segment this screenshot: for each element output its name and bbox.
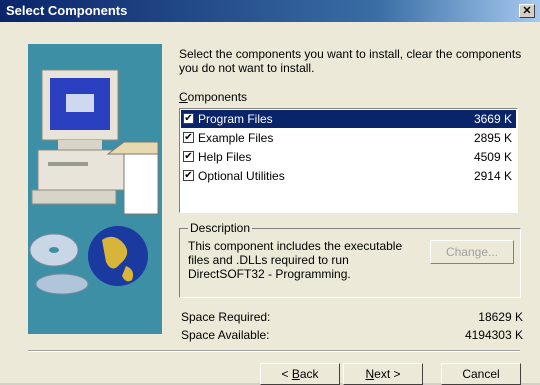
separator [28, 350, 520, 352]
close-button[interactable]: ✕ [519, 4, 535, 18]
change-button[interactable]: Change... [430, 240, 514, 264]
intro-text: Select the components you want to instal… [179, 47, 522, 75]
title-bar: Select Components ✕ [0, 0, 540, 22]
component-label: Program Files [198, 112, 273, 126]
checkbox[interactable]: ✔ [183, 113, 194, 124]
component-row-example-files[interactable]: ✔ Example Files 2895 K [181, 129, 516, 147]
component-label: Optional Utilities [198, 169, 285, 183]
components-list[interactable]: ✔ Program Files 3669 K ✔ Example Files 2… [179, 108, 518, 213]
space-available-label: Space Available: [181, 328, 270, 342]
component-row-help-files[interactable]: ✔ Help Files 4509 K [181, 148, 516, 166]
globe-icon [88, 226, 148, 286]
checkbox[interactable]: ✔ [183, 170, 194, 181]
component-label: Help Files [198, 150, 252, 164]
component-row-program-files[interactable]: ✔ Program Files 3669 K [181, 110, 516, 128]
dialog-title: Select Components [6, 3, 128, 18]
description-text: This component includes the executable f… [188, 239, 403, 281]
components-label: Components [179, 90, 248, 104]
component-size: 2914 K [473, 169, 512, 183]
cd-icon [29, 233, 89, 295]
component-size: 2895 K [473, 131, 512, 145]
description-group: Description This component includes the … [179, 221, 521, 298]
cancel-button[interactable]: Cancel [441, 363, 521, 385]
checkbox[interactable]: ✔ [183, 132, 194, 143]
computer-case-icon [31, 149, 125, 205]
component-size: 3669 K [473, 112, 512, 126]
monitor-icon [41, 69, 119, 150]
description-legend: Description [188, 221, 253, 235]
select-components-dialog: Select Components ✕ Select the component… [0, 0, 540, 385]
space-required-value: 18629 K [478, 310, 523, 324]
component-size: 4509 K [473, 150, 512, 164]
component-label: Example Files [198, 131, 274, 145]
space-required-row: Space Required: 18629 K [181, 310, 523, 324]
checkbox[interactable]: ✔ [183, 151, 194, 162]
back-button[interactable]: < Back [260, 363, 340, 385]
setup-illustration [28, 44, 162, 334]
next-button[interactable]: Next > [343, 363, 423, 385]
space-available-row: Space Available: 4194303 K [181, 328, 523, 342]
space-available-value: 4194303 K [464, 328, 523, 342]
component-row-optional-utilities[interactable]: ✔ Optional Utilities 2914 K [181, 167, 516, 185]
space-required-label: Space Required: [181, 310, 271, 324]
